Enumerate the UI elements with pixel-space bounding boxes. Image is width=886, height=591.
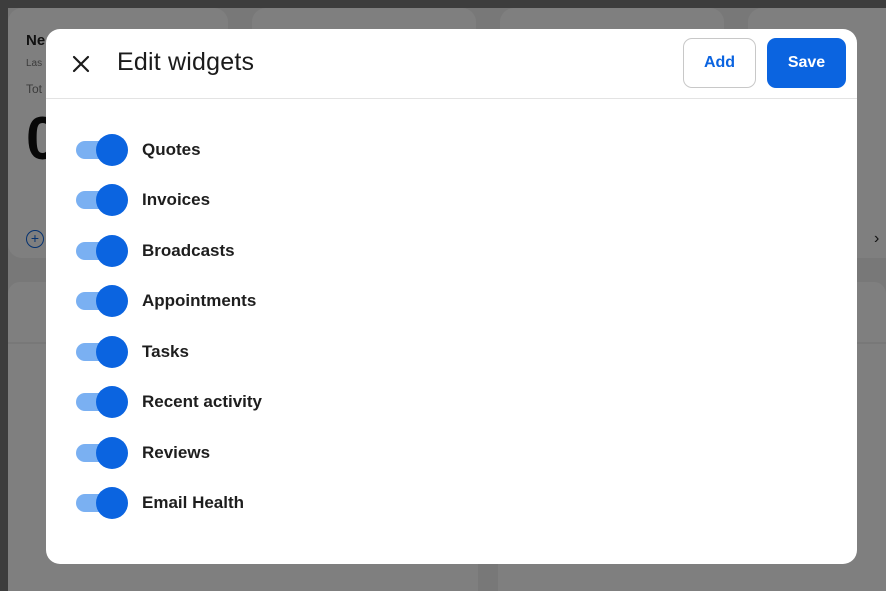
widget-label: Tasks [142,342,189,361]
widget-row-recent-activity: Recent activity [74,384,262,420]
widget-label: Recent activity [142,392,262,411]
widget-row-tasks: Tasks [74,334,189,370]
widget-toggle[interactable] [74,485,128,521]
toggle-knob [96,235,128,267]
widget-toggle[interactable] [74,182,128,218]
save-button[interactable]: Save [767,38,846,88]
toggle-knob [96,386,128,418]
widget-row-invoices: Invoices [74,182,210,218]
widget-toggle[interactable] [74,233,128,269]
widget-label: Email Health [142,493,245,512]
widget-row-reviews: Reviews [74,435,210,471]
widget-toggle[interactable] [74,334,128,370]
widget-label: Reviews [142,443,211,462]
widget-row-broadcasts: Broadcasts [74,233,235,269]
toggle-knob [96,437,128,469]
close-icon [72,55,90,73]
widget-toggle[interactable] [74,435,128,471]
widget-label: Broadcasts [142,241,235,260]
toggle-knob [96,134,128,166]
add-button[interactable]: Add [683,38,756,88]
widget-toggle[interactable] [74,132,128,168]
toggle-knob [96,285,128,317]
widget-label: Appointments [142,291,257,310]
edit-widgets-modal: Edit widgets Add Save Quotes Invoices Br… [46,29,857,564]
widget-label: Quotes [142,140,201,159]
toggle-knob [96,336,128,368]
toggle-knob [96,184,128,216]
widget-label: Invoices [142,190,211,209]
widget-toggle[interactable] [74,283,128,319]
widget-row-quotes: Quotes [74,132,201,168]
close-button[interactable] [66,49,96,79]
toggle-knob [96,487,128,519]
widget-row-email-health: Email Health [74,485,244,521]
widget-toggle[interactable] [74,384,128,420]
widget-row-appointments: Appointments [74,283,256,319]
modal-title: Edit widgets [117,48,255,76]
modal-header: Edit widgets Add Save [46,29,857,99]
